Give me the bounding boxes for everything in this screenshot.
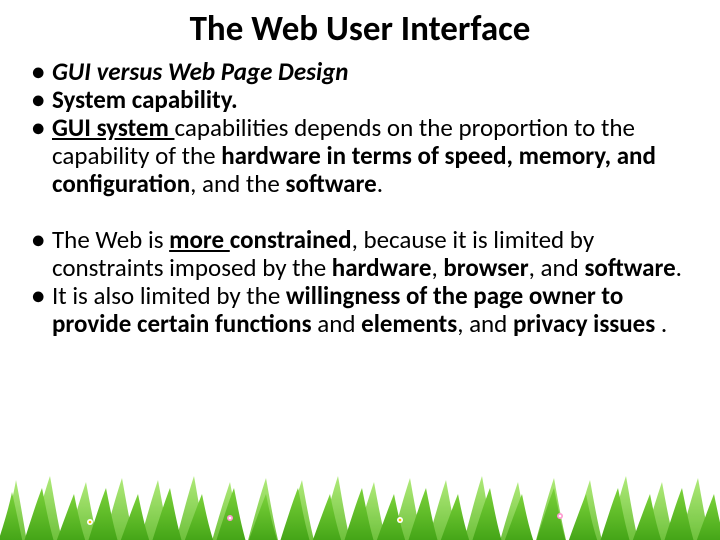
text: hardware <box>332 252 432 283</box>
slide-title: The Web User Interface <box>0 8 720 50</box>
text: . <box>661 308 667 339</box>
slide: The Web User Interface GUI versus Web Pa… <box>0 8 720 540</box>
slide-body: GUI versus Web Page Design System capabi… <box>0 58 720 338</box>
bullet-2: System capability. <box>28 86 694 114</box>
bullet-1: GUI versus Web Page Design <box>28 58 694 86</box>
spacer <box>28 198 694 226</box>
text: elements <box>361 308 457 339</box>
text: constrained <box>230 224 352 255</box>
text: GUI system <box>52 112 174 143</box>
text: more <box>169 224 230 255</box>
text: privacy issues <box>513 308 661 339</box>
text: . <box>377 168 383 199</box>
text: The Web is <box>52 224 169 255</box>
text: System capability. <box>52 84 238 115</box>
grass-decor-icon <box>0 470 720 540</box>
text: , and <box>529 252 585 283</box>
text: , <box>431 252 443 283</box>
text: It is also limited by the <box>52 280 286 311</box>
bullet-list-2: The Web is more constrained, because it … <box>28 226 694 338</box>
text: and <box>317 308 361 339</box>
text: . <box>676 252 682 283</box>
text: software <box>584 252 675 283</box>
text: browser <box>443 252 528 283</box>
bullet-list: GUI versus Web Page Design System capabi… <box>28 58 694 198</box>
text: software <box>286 168 377 199</box>
text: , and <box>457 308 513 339</box>
text: , and the <box>190 168 285 199</box>
bullet-5: It is also limited by the willingness of… <box>28 282 694 338</box>
bullet-4: The Web is more constrained, because it … <box>28 226 694 282</box>
bullet-3: GUI system capabilities depends on the p… <box>28 114 694 198</box>
text: GUI versus Web Page Design <box>52 56 348 87</box>
